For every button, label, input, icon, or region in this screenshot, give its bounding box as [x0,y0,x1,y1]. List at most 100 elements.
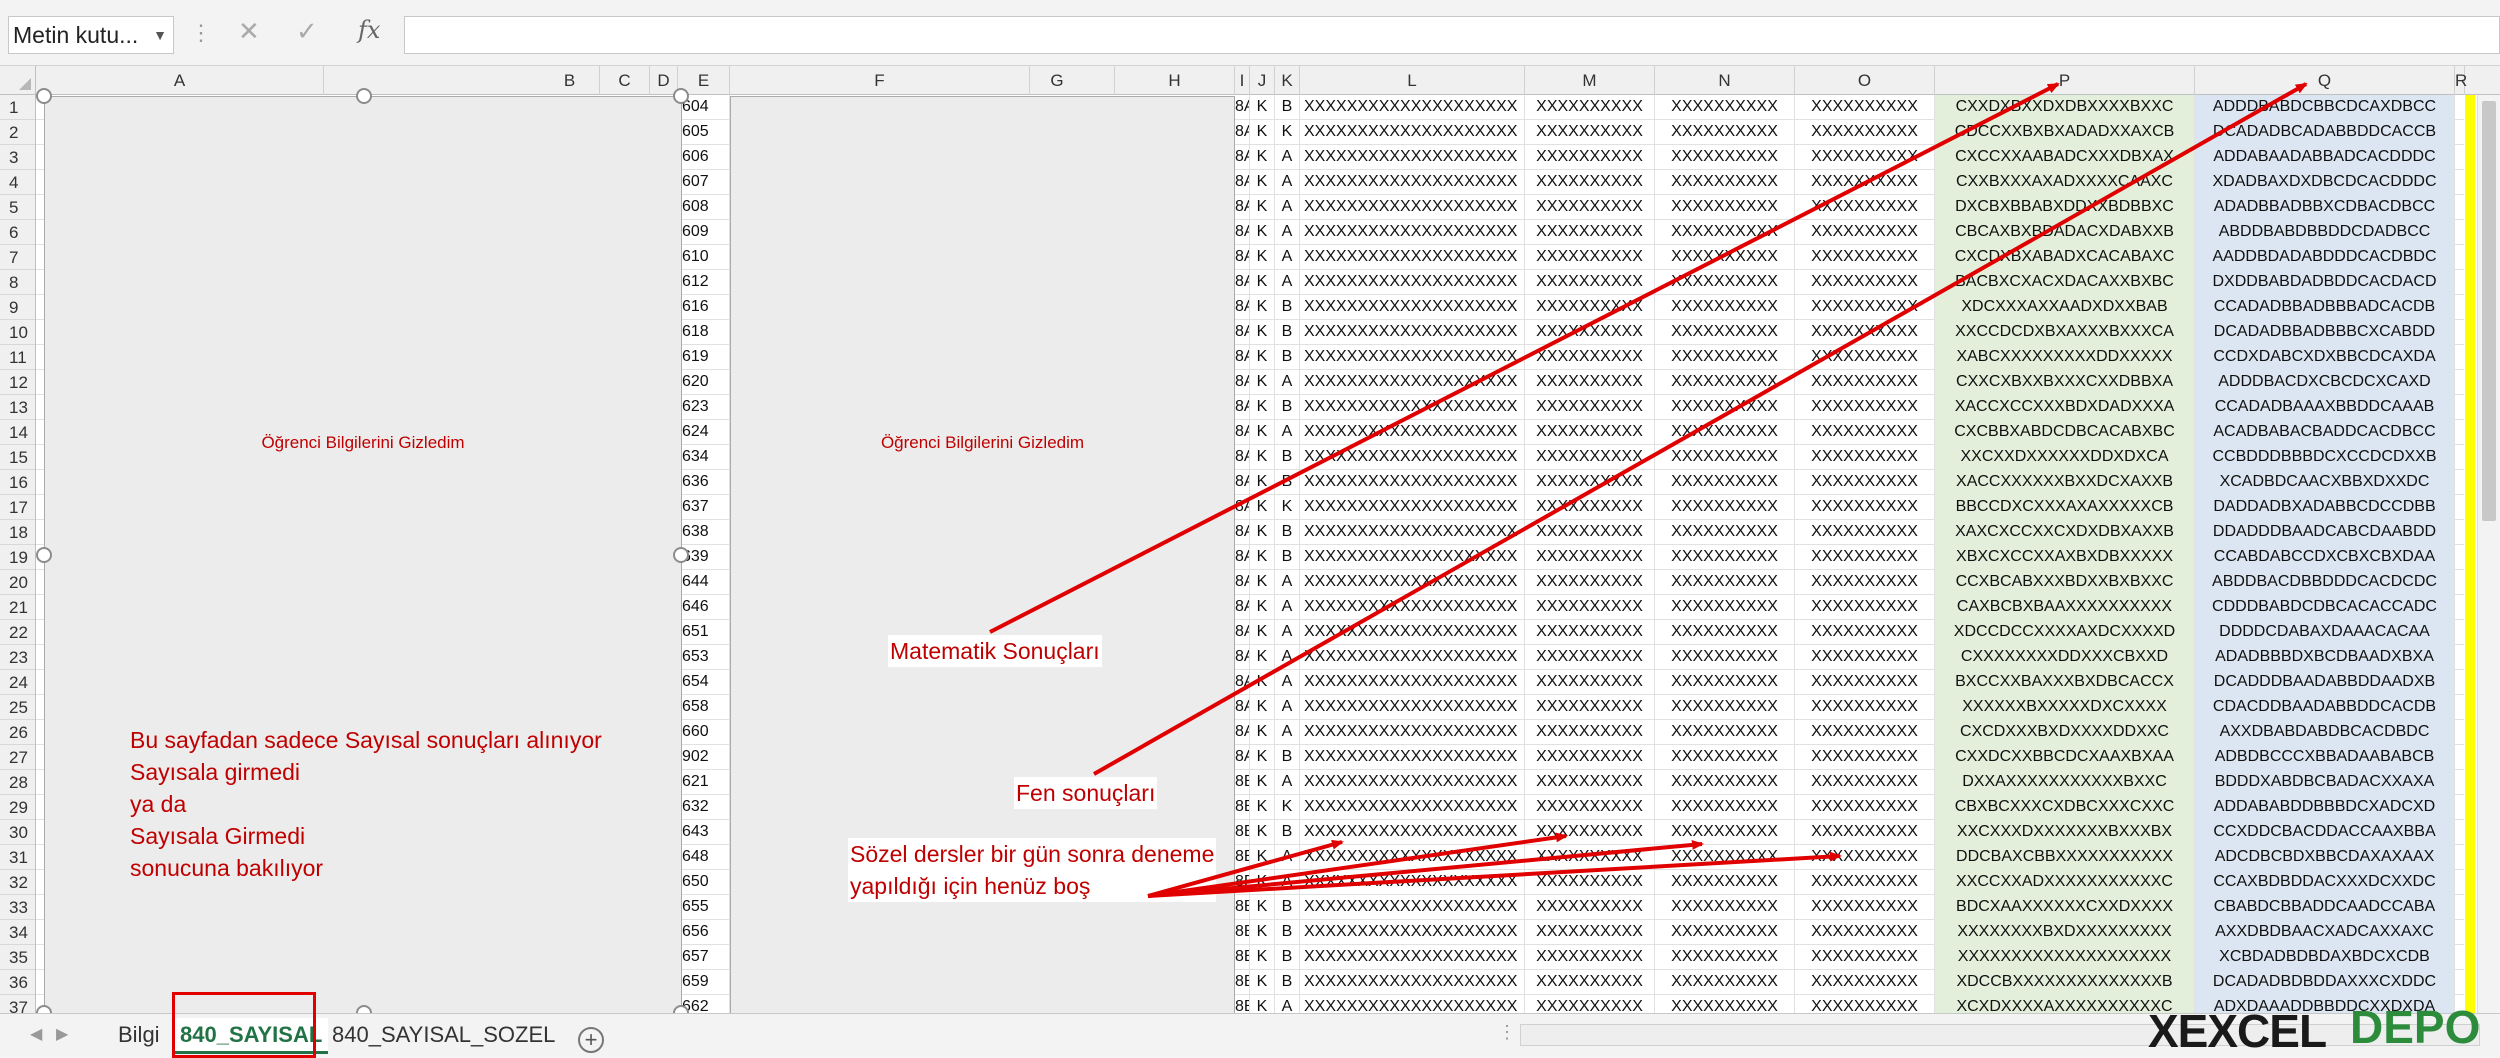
cell-k[interactable]: A [1275,845,1300,870]
cell-q[interactable]: ABDDBABDBBDDCDADBCC [2195,220,2455,245]
cell-o[interactable]: XXXXXXXXXX [1795,570,1935,595]
cell-q[interactable]: ADBDBCCCXBBADAABABCB [2195,745,2455,770]
cell-p[interactable]: CBCAXBXBDADACXDABXXB [1935,220,2195,245]
cell-o[interactable]: XXXXXXXXXX [1795,170,1935,195]
cell-n[interactable]: XXXXXXXXXX [1655,695,1795,720]
cell-p[interactable]: XACCXCCXXXBDXDADXXXA [1935,395,2195,420]
cell-j[interactable]: K [1250,920,1275,945]
cell-e[interactable]: 609 [678,220,730,245]
cell-o[interactable]: XXXXXXXXXX [1795,320,1935,345]
cell-e[interactable]: 654 [678,670,730,695]
cell-e[interactable]: 616 [678,295,730,320]
cell-k[interactable]: B [1275,345,1300,370]
cell-i[interactable]: 8A [1235,570,1250,595]
cell-l[interactable]: XXXXXXXXXXXXXXXXXXXX [1300,470,1525,495]
cell-m[interactable]: XXXXXXXXXX [1525,595,1655,620]
cell-m[interactable]: XXXXXXXXXX [1525,720,1655,745]
cell-q[interactable]: CCXDDCBACDDACCAAXBBA [2195,820,2455,845]
cell-j[interactable]: K [1250,170,1275,195]
cell-q[interactable]: CDACDDBAADABBDDCACDB [2195,695,2455,720]
cell-m[interactable]: XXXXXXXXXX [1525,745,1655,770]
cell-k[interactable]: B [1275,895,1300,920]
cell-i[interactable]: 8A [1235,470,1250,495]
cell-i[interactable]: 8A [1235,145,1250,170]
cell-m[interactable]: XXXXXXXXXX [1525,920,1655,945]
cell-n[interactable]: XXXXXXXXXX [1655,945,1795,970]
row-header[interactable]: 31 [0,845,35,870]
cell-q[interactable]: AADDBDADABDDDCACDBDC [2195,245,2455,270]
column-header-b[interactable]: B [540,66,600,95]
cell-l[interactable]: XXXXXXXXXXXXXXXXXXXX [1300,720,1525,745]
cell-j[interactable]: K [1250,795,1275,820]
cell-j[interactable]: K [1250,895,1275,920]
row-header[interactable]: 4 [0,170,35,195]
cell-j[interactable]: K [1250,395,1275,420]
cell-o[interactable]: XXXXXXXXXX [1795,895,1935,920]
cell-q[interactable]: ADADBBBDXBCDBAADXBXA [2195,645,2455,670]
cell-l[interactable]: XXXXXXXXXXXXXXXXXXXX [1300,745,1525,770]
cell-j[interactable]: K [1250,670,1275,695]
cell-o[interactable]: XXXXXXXXXX [1795,245,1935,270]
cell-l[interactable]: XXXXXXXXXXXXXXXXXXXX [1300,445,1525,470]
cell-j[interactable]: K [1250,120,1275,145]
cell-i[interactable]: 8A [1235,520,1250,545]
cell-l[interactable]: XXXXXXXXXXXXXXXXXXXX [1300,595,1525,620]
row-header[interactable]: 35 [0,945,35,970]
cell-m[interactable]: XXXXXXXXXX [1525,545,1655,570]
cell-l[interactable]: XXXXXXXXXXXXXXXXXXXX [1300,420,1525,445]
cell-k[interactable]: B [1275,520,1300,545]
row-header[interactable]: 8 [0,270,35,295]
resize-handle[interactable] [673,88,689,104]
row-header[interactable]: 34 [0,920,35,945]
cell-o[interactable]: XXXXXXXXXX [1795,870,1935,895]
cell-p[interactable]: XDCCDCCXXXXAXDCXXXXD [1935,620,2195,645]
enter-icon[interactable]: ✓ [296,16,318,47]
cell-i[interactable]: 8A [1235,320,1250,345]
cell-p[interactable]: CAXBCBXBAAXXXXXXXXXX [1935,595,2195,620]
cell-j[interactable]: K [1250,995,1275,1013]
cell-m[interactable]: XXXXXXXXXX [1525,645,1655,670]
cell-o[interactable]: XXXXXXXXXX [1795,670,1935,695]
cell-o[interactable]: XXXXXXXXXX [1795,220,1935,245]
cell-l[interactable]: XXXXXXXXXXXXXXXXXXXX [1300,970,1525,995]
cell-j[interactable]: K [1250,245,1275,270]
cell-k[interactable]: B [1275,295,1300,320]
cell-e[interactable]: 643 [678,820,730,845]
cell-q[interactable]: ADADBBADBBXCDBACDBCC [2195,195,2455,220]
cell-i[interactable]: 8A [1235,745,1250,770]
cell-p[interactable]: BDCXAAXXXXXXCXXDXXXX [1935,895,2195,920]
cell-q[interactable]: CCABDABCCDXCBXCBXDAA [2195,545,2455,570]
cell-e[interactable]: 659 [678,970,730,995]
cell-k[interactable]: A [1275,570,1300,595]
cell-j[interactable]: K [1250,320,1275,345]
cell-p[interactable]: CXCDXXXBXDXXXXDDXXC [1935,720,2195,745]
tab-prev-icon[interactable]: ◀ [30,1024,42,1044]
cell-e[interactable]: 637 [678,495,730,520]
cell-o[interactable]: XXXXXXXXXX [1795,795,1935,820]
cell-l[interactable]: XXXXXXXXXXXXXXXXXXXX [1300,570,1525,595]
column-header-f[interactable]: F [730,66,1030,95]
cell-q[interactable]: ADCDBCBDXBBCDAXAXAAX [2195,845,2455,870]
row-header[interactable]: 11 [0,345,35,370]
cell-o[interactable]: XXXXXXXXXX [1795,470,1935,495]
cell-i[interactable]: 8A [1235,345,1250,370]
cell-e[interactable]: 902 [678,745,730,770]
cell-n[interactable]: XXXXXXXXXX [1655,970,1795,995]
cell-i[interactable]: 8B [1235,795,1250,820]
resize-handle[interactable] [36,547,52,563]
cell-m[interactable]: XXXXXXXXXX [1525,820,1655,845]
cell-n[interactable]: XXXXXXXXXX [1655,170,1795,195]
cell-m[interactable]: XXXXXXXXXX [1525,570,1655,595]
cell-e[interactable]: 620 [678,370,730,395]
row-header[interactable]: 12 [0,370,35,395]
cell-l[interactable]: XXXXXXXXXXXXXXXXXXXX [1300,895,1525,920]
cell-j[interactable]: K [1250,820,1275,845]
cell-l[interactable]: XXXXXXXXXXXXXXXXXXXX [1300,195,1525,220]
cell-j[interactable]: K [1250,145,1275,170]
cell-n[interactable]: XXXXXXXXXX [1655,345,1795,370]
cell-q[interactable]: CDDDBABDCDBCACACCADC [2195,595,2455,620]
cell-n[interactable]: XXXXXXXXXX [1655,470,1795,495]
cell-o[interactable]: XXXXXXXXXX [1795,995,1935,1013]
cell-m[interactable]: XXXXXXXXXX [1525,95,1655,120]
cell-q[interactable]: CCDXDABCXDXBBCDCAXDA [2195,345,2455,370]
